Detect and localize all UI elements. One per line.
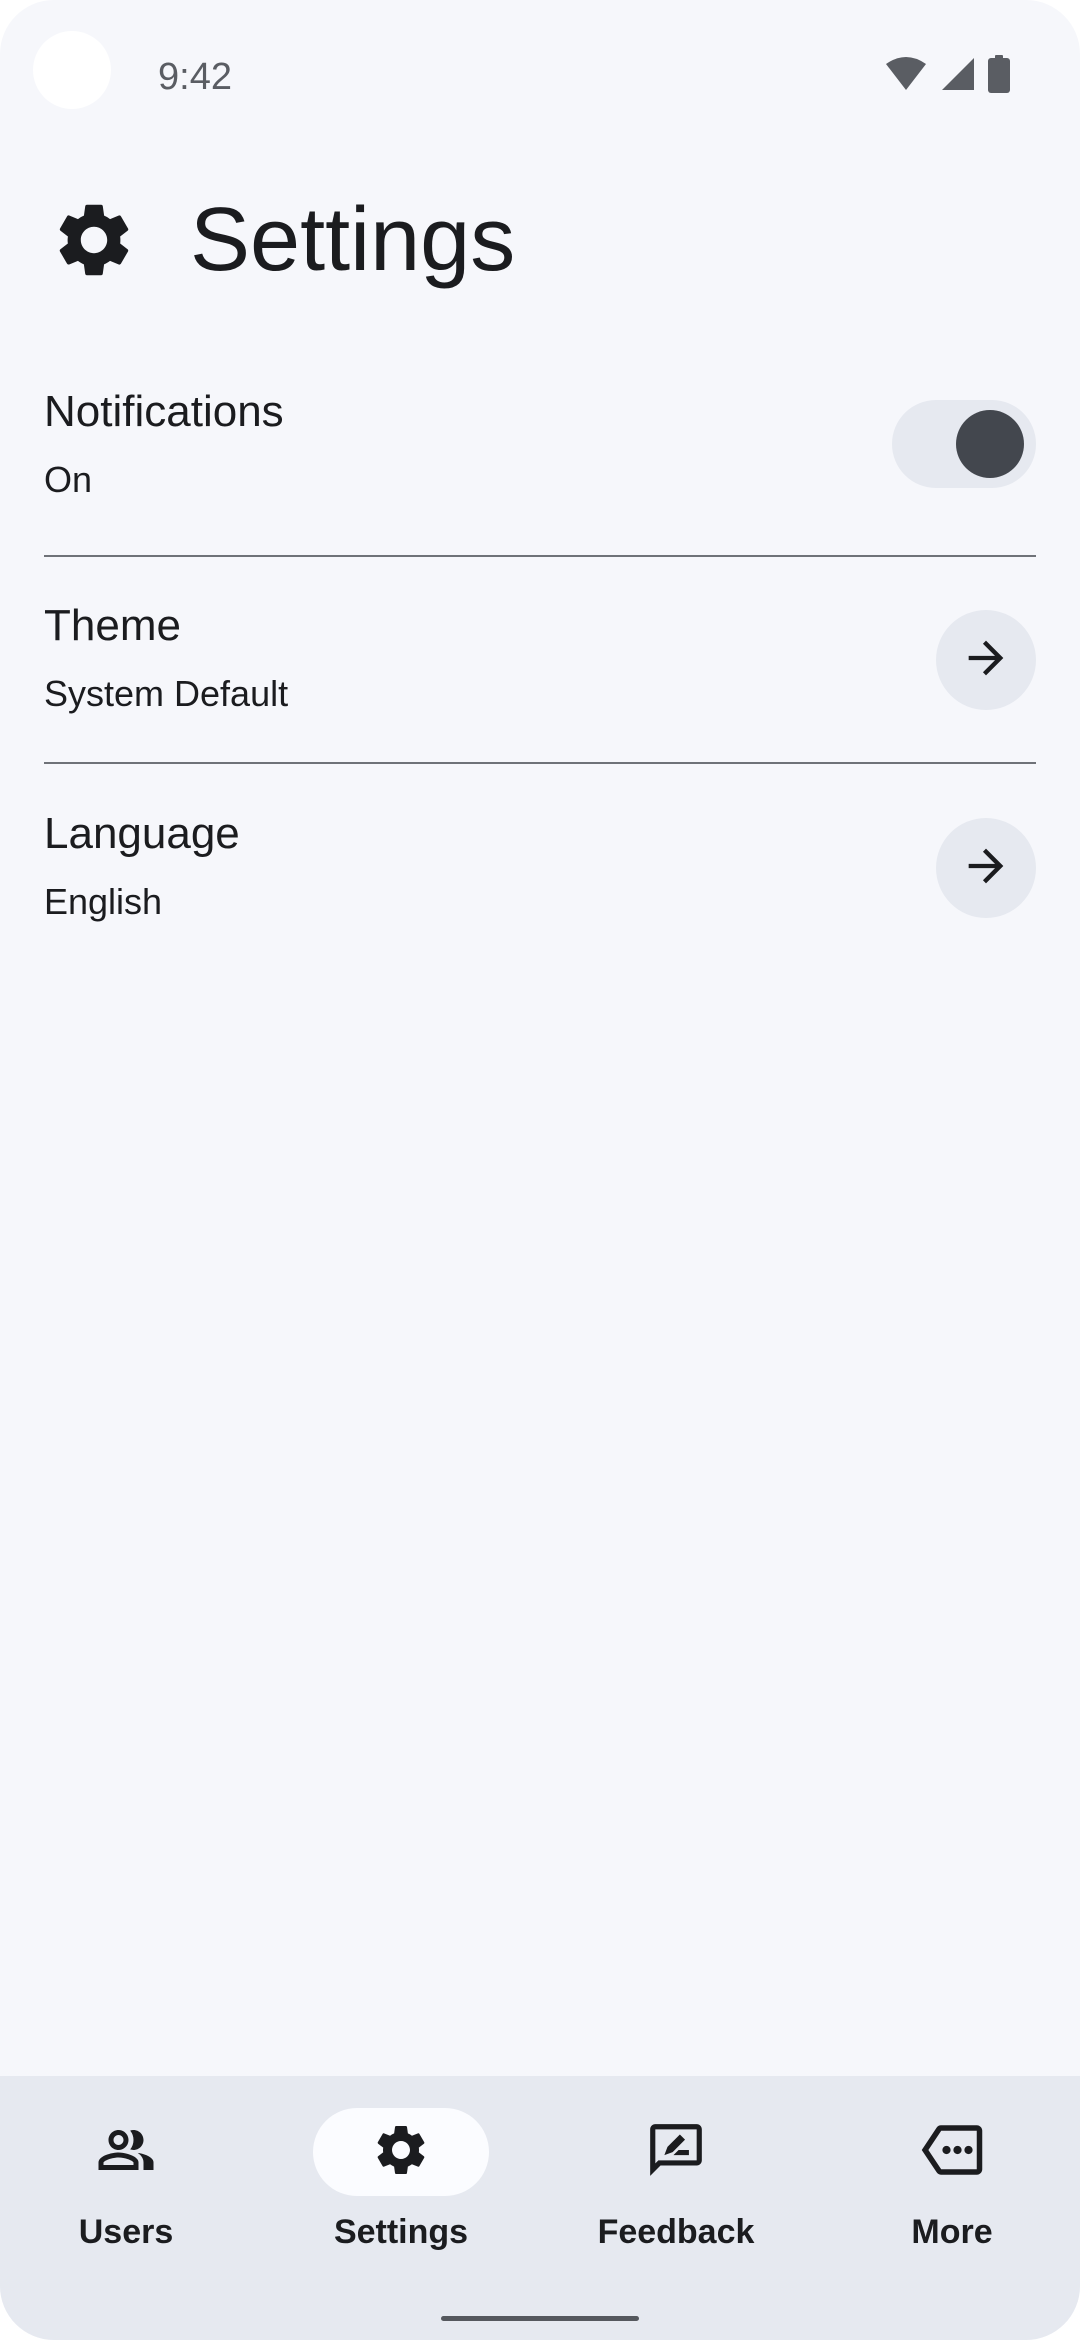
setting-value: System Default [44,673,289,714]
nav-item-users[interactable]: Users [6,2108,246,2258]
users-icon [96,2120,156,2185]
page-header: Settings [50,190,515,290]
nav-icon-container-active [313,2108,489,2196]
phone-screen: 9:42 Settings Notifications On Theme Sys… [0,0,1080,2340]
home-indicator[interactable] [441,2316,639,2321]
theme-open-button[interactable] [936,610,1036,710]
bottom-navigation: Users Settings Feedback More [0,2076,1080,2340]
nav-label: Settings [333,2213,469,2251]
setting-value: English [44,881,163,922]
front-camera [33,31,111,109]
nav-label: Users [78,2213,174,2251]
divider [44,762,1036,764]
nav-icon-container [588,2108,764,2196]
gear-icon [50,196,138,284]
setting-row-language[interactable]: Language English [44,806,1036,926]
arrow-right-icon [960,632,1012,689]
nav-item-more[interactable]: More [832,2108,1072,2258]
toggle-knob [956,410,1024,478]
wifi-icon [884,56,928,92]
setting-row-theme[interactable]: Theme System Default [44,598,1036,718]
status-time: 9:42 [158,56,232,98]
arrow-right-icon [960,840,1012,897]
cellular-signal-icon [940,56,976,92]
nav-icon-container [864,2108,1040,2196]
setting-row-notifications[interactable]: Notifications On [44,384,1036,504]
nav-label: More [911,2213,993,2251]
nav-icon-container [38,2108,214,2196]
feedback-icon [645,2119,707,2186]
status-icons [884,55,1010,93]
battery-icon [988,55,1010,93]
setting-value: On [44,459,93,500]
page-title: Settings [190,190,516,290]
setting-title: Theme [44,601,181,650]
setting-title: Language [44,809,240,858]
gear-icon [371,2120,431,2185]
setting-title: Notifications [44,387,284,436]
divider [44,555,1036,557]
nav-item-feedback[interactable]: Feedback [556,2108,796,2258]
more-icon [919,2117,985,2188]
nav-item-settings[interactable]: Settings [281,2108,521,2258]
notifications-toggle[interactable] [892,400,1036,488]
language-open-button[interactable] [936,818,1036,918]
nav-label: Feedback [597,2213,755,2251]
